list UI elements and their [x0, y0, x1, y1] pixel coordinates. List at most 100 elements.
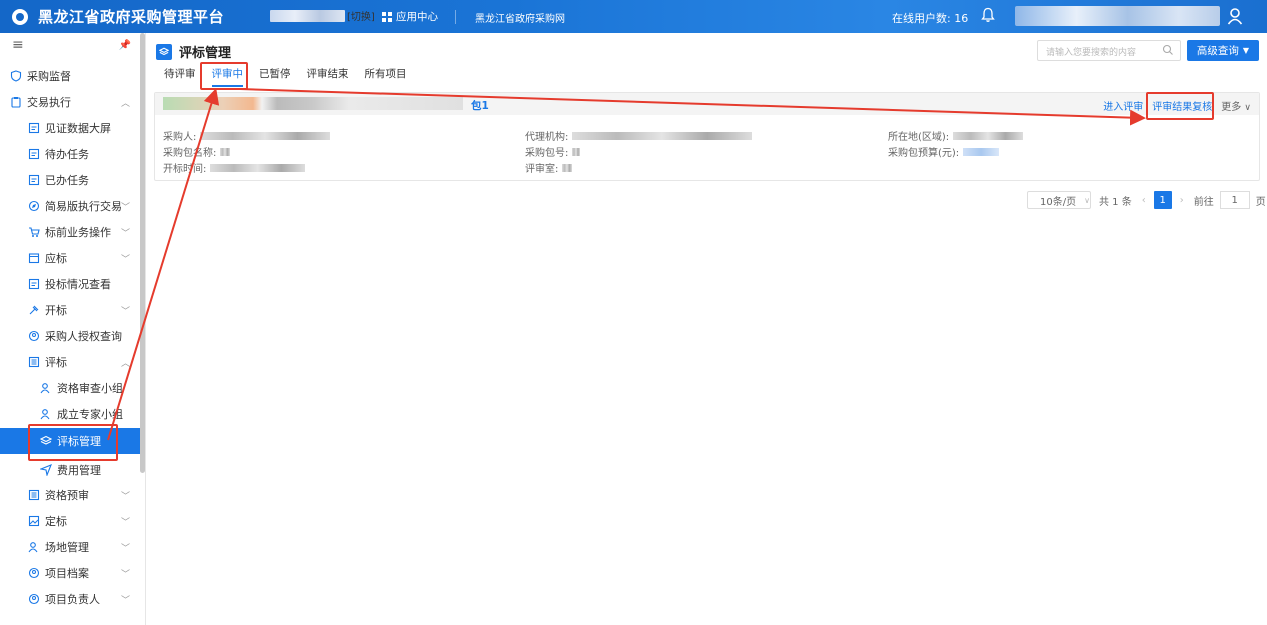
page-number-current[interactable]: 1	[1153, 191, 1172, 209]
page-size-value: 10条/页	[1040, 196, 1077, 208]
chevron-down-icon: ∨	[1084, 195, 1090, 205]
sidebar-header: ≡ 📌	[0, 33, 145, 57]
list-icon	[28, 489, 40, 501]
badge-icon	[28, 593, 40, 605]
user-group-icon	[40, 408, 52, 420]
chevron-up-icon: ︿	[120, 98, 130, 109]
value-redacted	[200, 131, 331, 140]
send-icon	[40, 464, 52, 476]
chevron-down-icon: ﹀	[120, 306, 130, 317]
chevron-down-icon: ﹀	[120, 254, 130, 265]
chevron-down-icon: ∨	[1244, 103, 1251, 113]
page-size-select[interactable]: 10条/页 ∨	[1027, 191, 1091, 209]
sidebar-item-bid-response[interactable]: 应标 ﹀	[0, 245, 140, 271]
more-dropdown[interactable]: 更多 ∨	[1221, 98, 1251, 113]
sidebar-item-pre-bid-ops[interactable]: 标前业务操作 ﹀	[0, 219, 140, 245]
prev-page-icon[interactable]: ‹	[1142, 195, 1146, 206]
chevron-down-icon: ﹀	[120, 569, 130, 580]
badge-icon	[28, 330, 40, 342]
pagination: 10条/页 ∨ 共 1 条 ‹ 1 › 前往 1 页	[1027, 191, 1266, 209]
sidebar-item-todo-tasks[interactable]: 待办任务	[0, 141, 140, 167]
site-link[interactable]: 黑龙江省政府采购网	[475, 10, 565, 25]
user-icon[interactable]	[1227, 7, 1243, 25]
total-count: 共 1 条	[1099, 196, 1132, 208]
sidebar-item-label: 交易执行	[27, 96, 71, 109]
project-card: 包1 进入评审 评审结果复核 更多 ∨ 采购人: 代理机构: 所在地(区域): …	[154, 92, 1260, 181]
sidebar-item-bid-status[interactable]: 投标情况查看	[0, 271, 140, 297]
sidebar-item-prequalification[interactable]: 资格预审 ﹀	[0, 482, 140, 508]
sidebar-item-procurement-supervision[interactable]: 采购监督	[0, 63, 140, 89]
tab-pending-review[interactable]: 待评审	[164, 67, 196, 87]
annotation-box-sidebar	[28, 424, 118, 461]
sidebar-item-label: 评标	[45, 356, 67, 369]
annotation-box-tab	[200, 62, 248, 90]
value-redacted	[220, 147, 231, 156]
sidebar-item-label: 资格审查小组	[57, 382, 123, 395]
project-name-redacted	[163, 97, 463, 110]
chevron-down-icon: ﹀	[120, 517, 130, 528]
value-redacted	[572, 131, 753, 140]
field-package-no: 采购包号:	[525, 144, 581, 159]
sidebar-item-label: 投标情况查看	[45, 278, 111, 291]
switch-link[interactable]: [切换]	[347, 8, 375, 23]
badge-icon	[28, 567, 40, 579]
sidebar-item-label: 开标	[45, 304, 67, 317]
sidebar-item-bid-opening[interactable]: 开标 ﹀	[0, 297, 140, 323]
sidebar-item-label: 费用管理	[57, 464, 101, 477]
value-redacted	[210, 163, 306, 172]
tab-all-projects[interactable]: 所有项目	[365, 67, 407, 87]
value-redacted	[562, 163, 573, 172]
field-package-name: 采购包名称:	[163, 144, 231, 159]
sidebar-item-venue-management[interactable]: 场地管理 ﹀	[0, 534, 140, 560]
sidebar-item-label: 项目档案	[45, 567, 89, 580]
sidebar-item-qualification-group[interactable]: 资格审查小组	[0, 375, 140, 401]
user-icon	[28, 541, 40, 553]
document-icon	[28, 278, 40, 290]
tab-paused[interactable]: 已暂停	[259, 67, 291, 87]
chevron-down-icon: ﹀	[120, 202, 130, 213]
package-label[interactable]: 包1	[471, 98, 489, 113]
top-divider	[455, 10, 456, 24]
advanced-query-button[interactable]: 高级查询 ▼	[1187, 40, 1259, 61]
menu-toggle-icon[interactable]: ≡	[12, 37, 24, 53]
sidebar-item-transaction-execution[interactable]: 交易执行 ︿	[0, 89, 140, 115]
field-region: 所在地(区域):	[888, 128, 1024, 143]
sidebar-item-label: 应标	[45, 252, 67, 265]
sidebar-item-witness-dashboard[interactable]: 见证数据大屏	[0, 115, 140, 141]
app-title: 黑龙江省政府采购管理平台	[38, 8, 225, 26]
field-label: 采购包预算(元):	[888, 148, 960, 159]
sidebar-item-label: 已办任务	[45, 174, 89, 187]
org-switch[interactable]: [切换]	[270, 8, 375, 23]
tab-review-ended[interactable]: 评审结束	[307, 67, 349, 87]
sidebar-item-label: 简易版执行交易	[45, 200, 122, 213]
enter-review-link[interactable]: 进入评审	[1103, 98, 1143, 113]
goto-page-input[interactable]: 1	[1219, 191, 1250, 209]
sidebar-item-simple-execution[interactable]: 简易版执行交易 ﹀	[0, 193, 140, 219]
value-redacted	[572, 147, 581, 156]
sidebar-item-label: 成立专家小组	[57, 408, 123, 421]
field-purchaser: 采购人:	[163, 128, 331, 143]
app-grid-icon	[382, 11, 392, 22]
sidebar-scrollbar[interactable]	[140, 33, 145, 473]
field-budget: 采购包预算(元):	[888, 144, 1000, 159]
next-page-icon[interactable]: ›	[1180, 195, 1184, 206]
sidebar-item-project-owner[interactable]: 项目负责人 ﹀	[0, 586, 140, 612]
pin-icon[interactable]: 📌	[119, 40, 131, 51]
sidebar: ≡ 📌 采购监督 交易执行 ︿ 见证数据大屏 待办任务 已办任务 简易版执行交易…	[0, 33, 146, 625]
sidebar-item-done-tasks[interactable]: 已办任务	[0, 167, 140, 193]
bell-icon[interactable]	[981, 7, 995, 23]
sidebar-item-label: 见证数据大屏	[45, 122, 111, 135]
search-icon[interactable]	[1162, 44, 1174, 56]
online-users: 在线用户数: 16	[892, 12, 969, 25]
sidebar-item-evaluation[interactable]: 评标 ︿	[0, 349, 140, 375]
calendar-icon	[28, 252, 40, 264]
project-card-header: 包1 进入评审 评审结果复核 更多 ∨	[155, 93, 1259, 115]
sidebar-item-project-archive[interactable]: 项目档案 ﹀	[0, 560, 140, 586]
app-center-link[interactable]: 应用中心	[382, 9, 438, 24]
sidebar-item-label: 待办任务	[45, 148, 89, 161]
search-input[interactable]: 请输入您要搜索的内容	[1037, 40, 1181, 61]
sidebar-item-award[interactable]: 定标 ﹀	[0, 508, 140, 534]
sidebar-item-purchaser-auth[interactable]: 采购人授权查询	[0, 323, 140, 349]
field-agency: 代理机构:	[525, 128, 753, 143]
advanced-query-label: 高级查询	[1196, 45, 1239, 57]
